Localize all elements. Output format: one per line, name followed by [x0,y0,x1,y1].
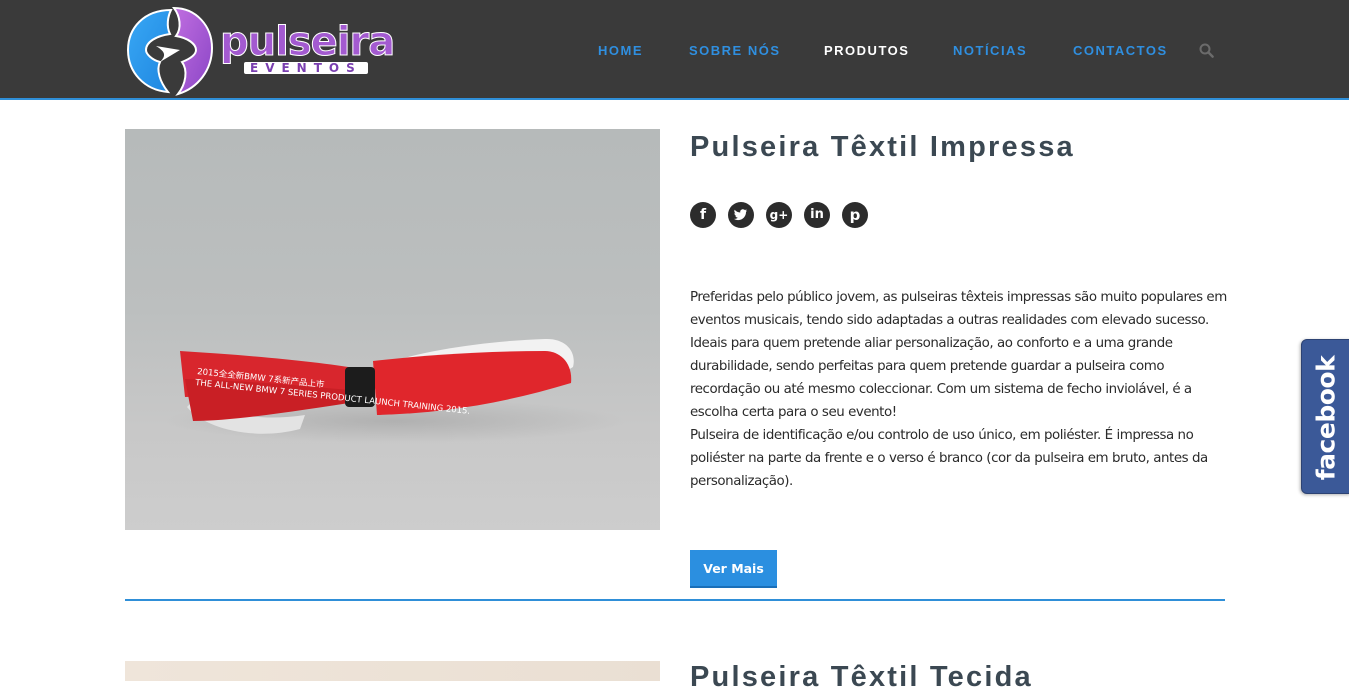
nav-item-home[interactable]: HOME [598,42,643,60]
description-paragraph-1: Preferidas pelo público jovem, as pulsei… [690,290,1227,420]
nav-item-noticias[interactable]: NOTÍCIAS [953,42,1027,60]
section-divider [125,599,1225,601]
facebook-side-tab[interactable]: facebook [1301,339,1349,494]
ver-mais-button[interactable]: Ver Mais [690,550,777,588]
google-plus-icon[interactable]: g+ [766,202,792,228]
product-title: Pulseira Têxtil Impressa [690,131,1075,163]
product-description: Preferidas pelo público jovem, as pulsei… [690,286,1230,493]
product-image[interactable]: 2015全全新BMW 7系新产品上市 THE ALL-NEW BMW 7 SER… [125,129,660,530]
site-header: pulseira EVENTOS HOME SOBRE NÓS PRODUTOS… [0,0,1349,100]
description-paragraph-2: Pulseira de identificação e/ou controlo … [690,428,1208,489]
next-product-image[interactable] [125,661,660,681]
nav-item-produtos[interactable]: PRODUTOS [824,42,909,60]
facebook-tab-label: facebook [1311,355,1341,481]
logo-tagline: EVENTOS [244,62,368,74]
linkedin-icon[interactable]: in [804,202,830,228]
twitter-icon[interactable] [728,202,754,228]
wristband-photo: 2015全全新BMW 7系新产品上市 THE ALL-NEW BMW 7 SER… [165,338,625,443]
nav-item-sobre-nos[interactable]: SOBRE NÓS [689,42,781,60]
pinterest-icon[interactable]: p [842,202,868,228]
search-icon[interactable] [1199,43,1214,58]
next-product-title: Pulseira Têxtil Tecida [690,661,1033,693]
nav-item-contactos[interactable]: CONTACTOS [1073,42,1168,60]
main-nav: HOME SOBRE NÓS PRODUTOS NOTÍCIAS CONTACT… [0,42,1349,60]
facebook-icon[interactable]: f [690,202,716,228]
